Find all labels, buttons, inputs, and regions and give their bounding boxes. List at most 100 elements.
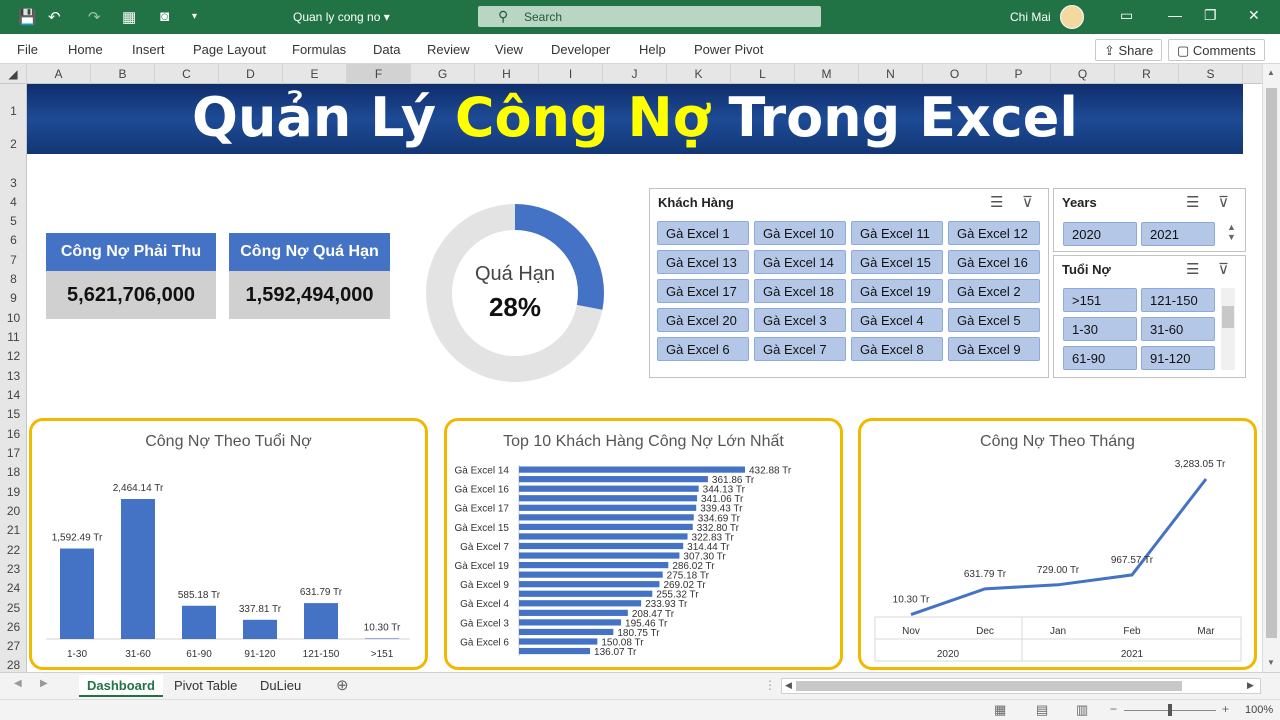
slicer-item-customer[interactable]: Gà Excel 1 [657,221,749,245]
tab-insert[interactable]: Insert [132,42,165,57]
slicer-item-2020[interactable]: 2020 [1063,222,1137,246]
row-header[interactable]: 12 [0,349,27,363]
file-name[interactable]: Quan ly cong no ▾ [293,10,390,24]
bar[interactable] [519,476,708,483]
bar[interactable] [60,548,94,639]
grid-icon[interactable]: ▦ [122,8,136,26]
slicer-item-customer[interactable]: Gà Excel 14 [754,250,846,274]
tab-home[interactable]: Home [68,42,103,57]
overdue-donut-chart[interactable]: Quá Hạn 28% [424,202,606,384]
column-header[interactable]: P [987,64,1051,84]
row-header[interactable]: 3 [0,176,27,190]
column-header[interactable]: E [283,64,347,84]
slicer-item-customer[interactable]: Gà Excel 18 [754,279,846,303]
column-header[interactable]: S [1179,64,1243,84]
bar[interactable] [519,523,693,530]
comments-button[interactable]: ▢ Comments [1168,39,1265,61]
slicer-item[interactable]: >151 [1063,288,1137,312]
multi-select-icon[interactable]: ☰ [1186,193,1199,211]
multi-select-icon[interactable]: ☰ [990,193,1003,211]
bar[interactable] [519,542,684,550]
row-header[interactable]: 26 [0,620,27,634]
slicer-item[interactable]: 91-120 [1141,346,1215,370]
page-break-view-icon[interactable]: ▥ [1076,702,1088,718]
column-header[interactable]: J [603,64,667,84]
slicer-item-customer[interactable]: Gà Excel 10 [754,221,846,245]
customer-slicer[interactable]: Khách Hàng ☰ ⊽ Gà Excel 1 Gà Excel 10 Gà E… [649,188,1049,378]
age-debt-chart[interactable]: Công Nợ Theo Tuổi Nợ 1,592.49 Tr 1-30 2,46… [29,418,428,670]
ribbon-display-icon[interactable]: ▭ [1120,7,1133,24]
sheet-tab-pivot-table[interactable]: Pivot Table [166,675,245,697]
tab-review[interactable]: Review [427,42,470,57]
save-icon[interactable]: 💾 [18,8,37,26]
scroll-up-icon[interactable]: ▲ [1267,68,1275,77]
select-all-corner[interactable]: ◢ [0,64,27,84]
row-header[interactable]: 9 [0,291,27,305]
zoom-slider-thumb[interactable] [1168,704,1172,716]
top10-customers-chart[interactable]: Top 10 Khách Hàng Công Nợ Lớn Nhất 432.8… [444,418,843,670]
row-header[interactable]: 21 [0,523,27,537]
slicer-item-customer[interactable]: Gà Excel 4 [851,308,943,332]
redo-icon[interactable]: ↷ [88,8,101,26]
add-sheet-icon[interactable]: ⊕ [336,676,349,694]
bar[interactable] [519,495,698,502]
column-header[interactable]: B [91,64,155,84]
zoom-out-icon[interactable]: − [1110,702,1117,716]
scroll-left-icon[interactable]: ◀ [785,680,792,691]
slicer-item[interactable]: 61-90 [1063,346,1137,370]
row-header[interactable]: 6 [0,233,27,247]
row-header[interactable]: 27 [0,639,27,653]
column-header[interactable]: N [859,64,923,84]
column-header[interactable]: R [1115,64,1179,84]
avatar[interactable] [1060,5,1084,29]
tab-file[interactable]: File [17,42,38,57]
row-header[interactable]: 10 [0,311,27,325]
row-header[interactable]: 20 [0,504,27,518]
next-sheet-icon[interactable]: ▶ [40,678,48,689]
bar[interactable] [243,619,277,639]
series-line[interactable] [910,478,1208,616]
row-header[interactable]: 8 [0,272,27,286]
row-header[interactable]: 22 [0,543,27,557]
column-header[interactable]: G [411,64,475,84]
slicer-item-customer[interactable]: Gà Excel 2 [948,279,1040,303]
bar[interactable] [519,485,699,492]
clear-filter-icon[interactable]: ⊽ [1022,193,1033,211]
tab-view[interactable]: View [495,42,523,57]
tab-formulas[interactable]: Formulas [292,42,346,57]
row-header[interactable]: 4 [0,195,27,209]
bar[interactable] [519,533,688,540]
scroll-down-icon[interactable]: ▼ [1267,658,1275,667]
bar[interactable] [519,628,614,636]
row-header[interactable]: 7 [0,253,27,267]
bar[interactable] [519,504,697,511]
tab-page-layout[interactable]: Page Layout [193,42,266,57]
zoom-in-icon[interactable]: + [1222,702,1229,716]
slicer-item[interactable]: 1-30 [1063,317,1137,341]
slicer-item-customer[interactable]: Gà Excel 9 [948,337,1040,361]
slicer-item-customer[interactable]: Gà Excel 5 [948,308,1040,332]
slicer-item-customer[interactable]: Gà Excel 15 [851,250,943,274]
column-header[interactable]: A [27,64,91,84]
column-header[interactable]: M [795,64,859,84]
row-header[interactable]: 23 [0,562,27,576]
row-header[interactable]: 13 [0,369,27,383]
row-header[interactable]: 5 [0,214,27,228]
scroll-right-icon[interactable]: ▶ [1247,680,1254,691]
slicer-item-customer[interactable]: Gà Excel 11 [851,221,943,245]
restore-icon[interactable]: ❐ [1204,7,1217,24]
scrollbar-thumb[interactable] [796,681,1182,691]
slicer-item-customer[interactable]: Gà Excel 13 [657,250,749,274]
bar[interactable] [519,571,663,578]
sheet-tab-dashboard[interactable]: Dashboard [79,675,163,697]
multi-select-icon[interactable]: ☰ [1186,260,1199,278]
horizontal-scrollbar[interactable]: ◀ ▶ [781,678,1261,694]
column-header[interactable]: F [347,64,411,84]
customize-toolbar-icon[interactable]: ▾ [192,11,197,22]
slicer-item-customer[interactable]: Gà Excel 7 [754,337,846,361]
clear-filter-icon[interactable]: ⊽ [1218,260,1229,278]
row-header[interactable]: 25 [0,601,27,615]
column-header[interactable]: Q [1051,64,1115,84]
slicer-item-customer[interactable]: Gà Excel 16 [948,250,1040,274]
row-header[interactable]: 2 [0,137,27,151]
